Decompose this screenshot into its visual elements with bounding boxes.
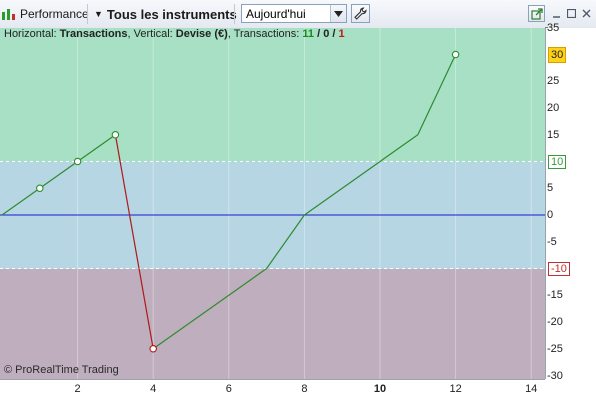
losing-count: 1 bbox=[338, 28, 345, 40]
upper-threshold-label: 10 bbox=[548, 154, 567, 169]
performance-chart bbox=[0, 27, 548, 383]
y-tick-label: -25 bbox=[547, 342, 563, 355]
y-tick-label: 5 bbox=[547, 182, 554, 195]
y-tick-label: -30 bbox=[547, 369, 563, 382]
x-tick-label: 2 bbox=[74, 383, 81, 395]
x-tick-label: 4 bbox=[150, 383, 157, 395]
x-tick-label: 12 bbox=[449, 383, 462, 395]
y-tick-label: 20 bbox=[547, 102, 560, 114]
slash-separator: / bbox=[314, 28, 324, 40]
data-point bbox=[149, 344, 157, 353]
y-tick-label: 15 bbox=[547, 128, 560, 141]
series-segment bbox=[417, 54, 457, 136]
series-segment bbox=[114, 134, 154, 349]
vertical-value: Devise (€) bbox=[175, 28, 228, 40]
series-segment bbox=[152, 268, 267, 350]
last-value-label: 30 bbox=[548, 46, 567, 63]
data-point bbox=[451, 50, 460, 59]
x-tick-label: 14 bbox=[525, 383, 538, 395]
series-segment bbox=[304, 134, 419, 216]
series-segment bbox=[1, 187, 41, 216]
vertical-label: , Vertical: bbox=[127, 28, 176, 40]
x-tick-label: 8 bbox=[301, 383, 308, 395]
data-point bbox=[73, 157, 82, 166]
lower-threshold-label: -10 bbox=[548, 261, 570, 276]
chart-legend: Horizontal: Transactions, Vertical: Devi… bbox=[4, 28, 345, 40]
x-axis[interactable] bbox=[0, 379, 545, 405]
series-segment bbox=[77, 134, 116, 162]
y-tick-label: 25 bbox=[547, 75, 560, 88]
y-tick-label: 35 bbox=[547, 21, 560, 34]
transactions-label: , Transactions: bbox=[227, 28, 303, 40]
y-tick-label: 0 bbox=[547, 209, 554, 221]
y-tick-label: -15 bbox=[547, 289, 563, 302]
series-segment bbox=[39, 161, 78, 189]
y-tick-label: -20 bbox=[547, 316, 563, 328]
winning-count: 11 bbox=[302, 28, 315, 40]
data-point bbox=[111, 131, 120, 139]
series-segment bbox=[266, 214, 305, 269]
x-tick-label: 10 bbox=[373, 383, 387, 395]
copyright-text: © ProRealTime Trading bbox=[4, 364, 119, 376]
horizontal-value: Transactions bbox=[59, 28, 128, 40]
x-tick-label: 6 bbox=[225, 383, 232, 395]
horizontal-label: Horizontal: bbox=[4, 28, 60, 40]
y-tick-label: -5 bbox=[547, 235, 557, 248]
data-point bbox=[36, 184, 44, 193]
